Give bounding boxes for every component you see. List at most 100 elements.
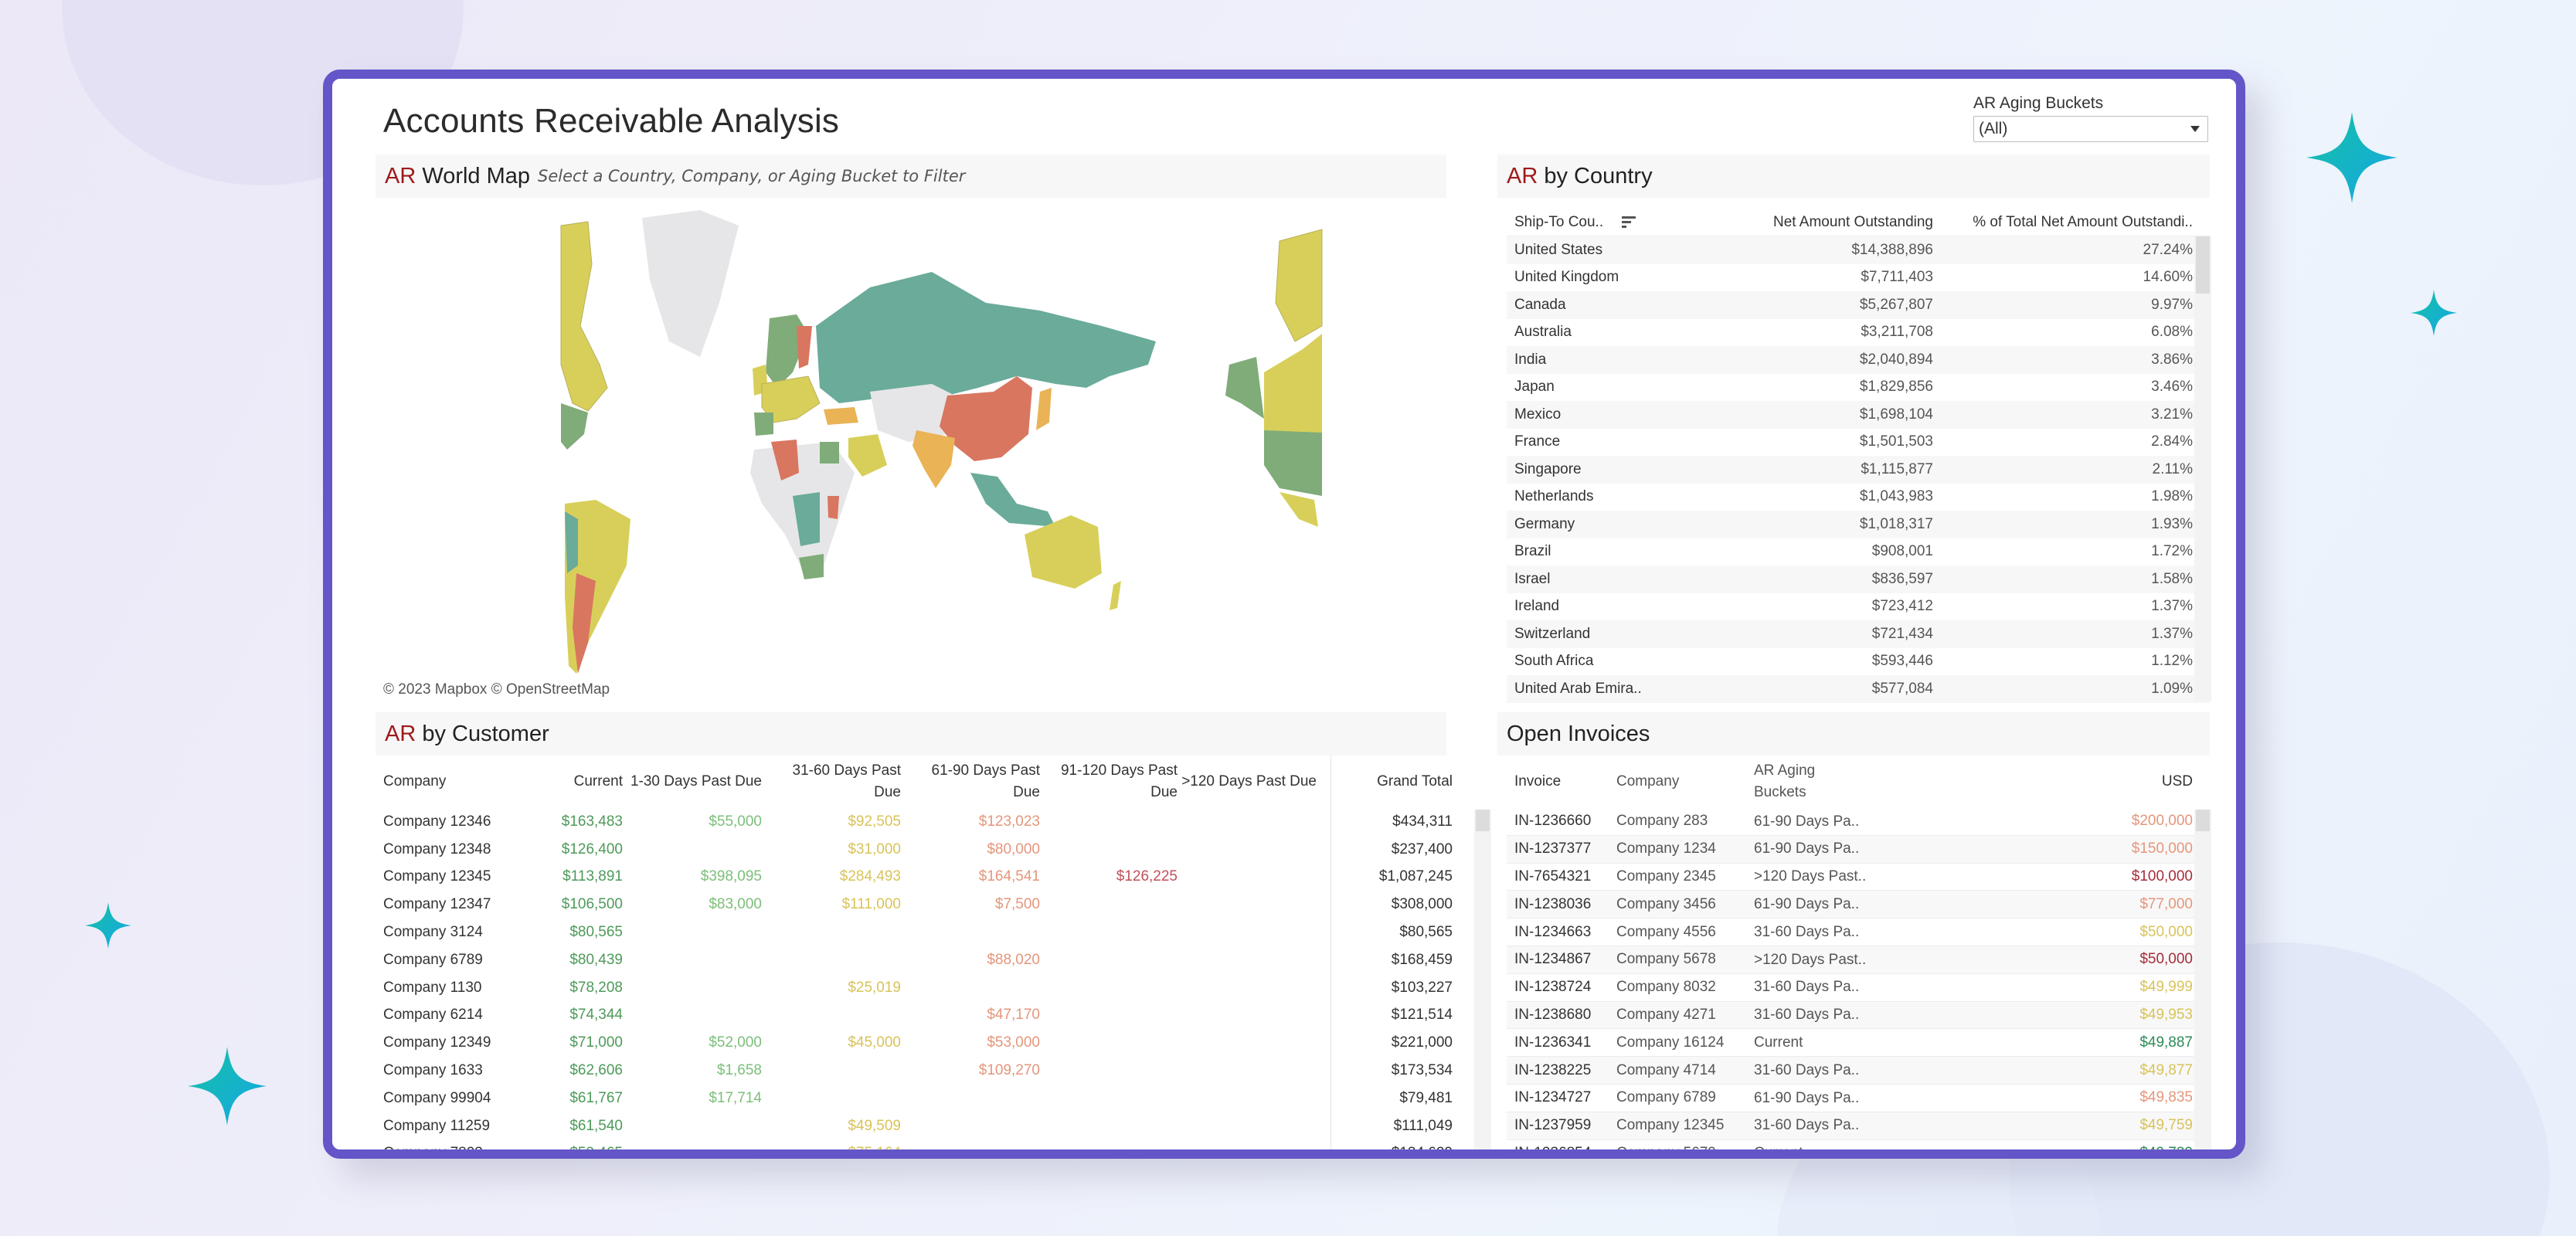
country-row[interactable]: Ireland $723,412 1.37% [1507,593,2210,621]
map-region-canada-arctic[interactable] [1275,229,1323,342]
invoice-table-scrollbar[interactable] [2194,810,2211,1149]
map-region-south-africa[interactable] [799,554,824,579]
map-region-saudi-arabia[interactable] [848,434,887,477]
current-amount[interactable]: $71,000 [515,1034,623,1051]
customer-table-scrollbar[interactable] [1474,810,1491,1149]
customer-row[interactable]: Company 12346 $163,483 $55,000 $92,505 $123,… [376,808,1473,836]
country-row[interactable]: Germany $1,018,317 1.93% [1507,511,2210,538]
grand-total[interactable]: $434,311 [1317,813,1453,830]
world-map-svg[interactable] [376,210,1426,689]
map-region-kenya[interactable] [828,496,839,519]
amount-1-30[interactable]: $17,714 [623,1090,762,1107]
grand-total[interactable]: $79,481 [1317,1090,1453,1107]
amount-1-30[interactable]: $83,000 [623,896,762,913]
amount-61-90[interactable]: $7,500 [901,896,1040,913]
column-header-61-90[interactable]: 61-90 Days Past Due [901,760,1040,803]
invoice-row[interactable]: IN-1236660 Company 283 61-90 Days Pa.. $200… [1507,808,2210,836]
map-region-usa-east[interactable] [561,403,588,450]
invoice-row[interactable]: IN-1237959 Company 12345 31-60 Days Pa.. $4… [1507,1112,2210,1140]
amount-31-60[interactable]: $49,509 [762,1118,901,1135]
grand-total[interactable]: $168,459 [1317,952,1453,969]
column-header-91-120[interactable]: 91-120 Days Past Due [1040,760,1178,803]
current-amount[interactable]: $106,500 [515,896,623,913]
country-row[interactable]: United States $14,388,896 27.24% [1507,236,2210,264]
amount-1-30[interactable]: $398,095 [623,868,762,885]
map-region-turkey[interactable] [824,407,858,425]
invoice-row[interactable]: IN-1236341 Company 16124 Current $49,887 [1507,1029,2210,1058]
customer-row[interactable]: Company 99904 $61,767 $17,714 $79,481 [376,1085,1473,1112]
current-amount[interactable]: $78,208 [515,980,623,997]
column-header-current[interactable]: Current [515,771,623,793]
amount-61-90[interactable]: $164,541 [901,868,1040,885]
invoice-row[interactable]: IN-1234867 Company 5678 >120 Days Past.. $5… [1507,946,2210,974]
country-row[interactable]: Japan $1,829,856 3.46% [1507,374,2210,402]
column-header-amount[interactable]: Net Amount Outstanding [1670,214,1933,231]
grand-total[interactable]: $103,227 [1317,980,1453,997]
map-region-greenland[interactable] [642,210,739,357]
country-row[interactable]: Mexico $1,698,104 3.21% [1507,401,2210,429]
column-header-31-60[interactable]: 31-60 Days Past Due [762,760,901,803]
invoice-row[interactable]: IN-7654321 Company 2345 >120 Days Past.. $1… [1507,864,2210,891]
invoice-row[interactable]: IN-1238225 Company 4714 31-60 Days Pa.. $49… [1507,1057,2210,1085]
grand-total[interactable]: $221,000 [1317,1034,1453,1051]
invoice-row[interactable]: IN-1238680 Company 4271 31-60 Days Pa.. $49… [1507,1001,2210,1030]
customer-row[interactable]: Company 7803 $59,465 $75,164 $134,629 [376,1140,1473,1149]
customer-row[interactable]: Company 6214 $74,344 $47,170 $121,514 [376,1002,1473,1030]
customer-row[interactable]: Company 11259 $61,540 $49,509 $111,049 [376,1112,1473,1140]
column-header-120-plus[interactable]: >120 Days Past Due [1178,771,1317,793]
current-amount[interactable]: $61,540 [515,1118,623,1135]
scrollbar-thumb[interactable] [1476,810,1490,831]
country-row[interactable]: France $1,501,503 2.84% [1507,429,2210,457]
country-row[interactable]: United Kingdom $7,711,403 14.60% [1507,264,2210,292]
amount-61-90[interactable]: $109,270 [901,1062,1040,1079]
grand-total[interactable]: $173,534 [1317,1062,1453,1079]
grand-total[interactable]: $80,565 [1317,924,1453,941]
country-row[interactable]: Canada $5,267,807 9.97% [1507,291,2210,319]
invoice-row[interactable]: IN-1238036 Company 3456 61-90 Days Pa.. $77… [1507,891,2210,919]
customer-row[interactable]: Company 12345 $113,891 $398,095 $284,493 $16… [376,864,1473,891]
amount-31-60[interactable]: $25,019 [762,980,901,997]
amount-61-90[interactable]: $88,020 [901,952,1040,969]
column-header-grand-total[interactable]: Grand Total [1317,771,1453,793]
country-row[interactable]: Brazil $908,001 1.72% [1507,538,2210,566]
column-header-company[interactable]: Company [376,771,515,793]
country-table-scrollbar[interactable] [2194,236,2211,701]
column-header-company[interactable]: Company [1616,773,1754,790]
map-region-finland[interactable] [797,326,812,368]
customer-row[interactable]: Company 1633 $62,606 $1,658 $109,270 $173,53… [376,1057,1473,1085]
map-region-southeast-asia[interactable] [970,473,1055,527]
column-header-1-30[interactable]: 1-30 Days Past Due [623,771,762,793]
customer-row[interactable]: Company 3124 $80,565 $80,565 [376,919,1473,946]
map-region-australia[interactable] [1025,515,1102,589]
scrollbar-thumb[interactable] [2196,236,2210,294]
map-region-new-zealand[interactable] [1110,581,1121,610]
customer-row[interactable]: Company 12348 $126,400 $31,000 $80,000 $237,… [376,836,1473,864]
map-region-mexico[interactable] [1280,492,1318,527]
amount-61-90[interactable]: $123,023 [901,813,1040,830]
sort-icon[interactable] [1622,216,1636,228]
world-map[interactable] [376,210,1426,689]
amount-91-120[interactable]: $126,225 [1040,868,1178,885]
invoice-row[interactable]: IN-1237377 Company 1234 61-90 Days Pa.. $15… [1507,835,2210,864]
current-amount[interactable]: $59,465 [515,1145,623,1149]
column-header-percent[interactable]: % of Total Net Amount Outstandi.. [1933,214,2193,231]
country-row[interactable]: Singapore $1,115,877 2.11% [1507,456,2210,484]
amount-31-60[interactable]: $111,000 [762,896,901,913]
amount-61-90[interactable]: $53,000 [901,1034,1040,1051]
map-region-canada-west[interactable] [560,221,608,412]
invoice-row[interactable]: IN-1236854 Company 5679 Current $49,739 [1507,1140,2210,1149]
customer-row[interactable]: Company 6789 $80,439 $88,020 $168,459 [376,946,1473,974]
country-row[interactable]: Netherlands $1,043,983 1.98% [1507,484,2210,511]
country-row[interactable]: Australia $3,211,708 6.08% [1507,319,2210,347]
invoice-row[interactable]: IN-1234727 Company 6789 61-90 Days Pa.. $49… [1507,1085,2210,1112]
amount-31-60[interactable]: $31,000 [762,841,901,858]
current-amount[interactable]: $61,767 [515,1090,623,1107]
country-row[interactable]: India $2,040,894 3.86% [1507,346,2210,374]
amount-1-30[interactable]: $52,000 [623,1034,762,1051]
amount-1-30[interactable]: $1,658 [623,1062,762,1079]
country-row[interactable]: Israel $836,597 1.58% [1507,565,2210,593]
column-header-invoice[interactable]: Invoice [1507,773,1616,790]
amount-31-60[interactable]: $75,164 [762,1145,901,1149]
grand-total[interactable]: $111,049 [1317,1118,1453,1135]
amount-31-60[interactable]: $92,505 [762,813,901,830]
